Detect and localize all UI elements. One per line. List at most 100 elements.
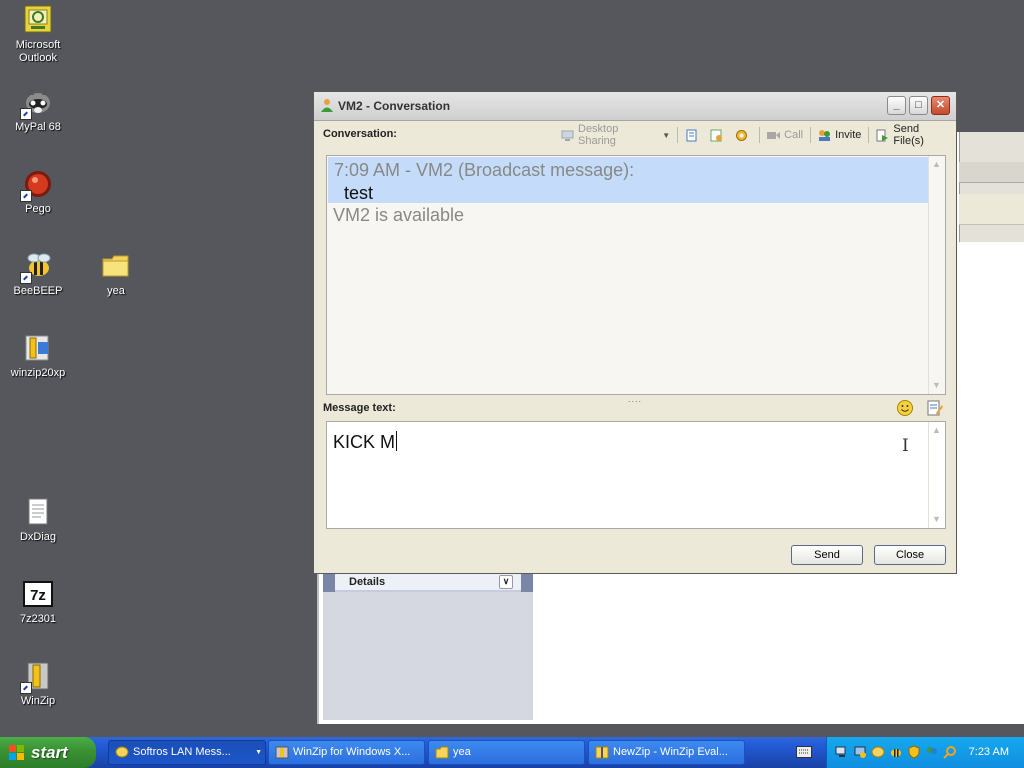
splitter-handle[interactable]: .... [628, 395, 644, 404]
task-dropdown-icon: ▼ [255, 749, 262, 756]
chat-bubble-icon [115, 746, 129, 758]
folder-small-icon [435, 746, 449, 759]
invite-label: Invite [835, 129, 862, 141]
windows-flag-icon [9, 745, 24, 760]
history-button[interactable] [681, 125, 706, 145]
scroll-down-icon[interactable]: ▼ [931, 380, 942, 391]
chevron-down-icon[interactable]: ∨ [499, 575, 513, 589]
task-label: yea [453, 746, 471, 758]
desktop-icon-dxdiag[interactable]: DxDiag [3, 496, 73, 544]
close-button[interactable]: Close [874, 545, 946, 565]
status-message: VM2 is available [333, 205, 465, 225]
desktop-icon-label: MyPal 68 [15, 121, 61, 133]
message-input-text: KICK M [333, 431, 398, 452]
desktop-icon-mypal[interactable]: MyPal 68 [3, 86, 73, 134]
scroll-down-icon[interactable]: ▼ [931, 514, 942, 525]
desktop-icon-winzip20xp[interactable]: winzip20xp [3, 332, 73, 380]
toolbar-separator [677, 127, 679, 143]
desktop-icon-label: yea [107, 285, 125, 297]
conversation-window[interactable]: VM2 - Conversation _ □ ✕ Conversation: D… [313, 91, 957, 574]
conversation-log[interactable]: 7:09 AM - VM2 (Broadcast message): test … [326, 155, 946, 395]
message-body: test [344, 183, 374, 203]
desktop-icon-winzip[interactable]: WinZip [3, 660, 73, 708]
zip-archive-icon [595, 746, 609, 759]
message-header: 7:09 AM - VM2 (Broadcast message): [334, 160, 635, 180]
monitor-tray-icon[interactable] [853, 745, 867, 759]
conversation-label: Conversation: [323, 128, 397, 140]
desktop-icon-pego[interactable]: Pego [3, 168, 73, 216]
close-window-button[interactable]: ✕ [931, 96, 950, 115]
desktop-icon-beebeep[interactable]: BeeBEEP [3, 250, 73, 298]
pego-icon [20, 168, 54, 202]
task-newzip[interactable]: NewZip - WinZip Eval... [588, 740, 745, 765]
svg-text:7z: 7z [30, 587, 46, 604]
outlook-icon [22, 4, 54, 36]
background-window-pane-body [323, 592, 533, 720]
dropdown-arrow-icon: ▼ [662, 130, 671, 140]
note-edit-icon [927, 400, 943, 416]
call-button[interactable]: Call [763, 125, 807, 145]
send-button[interactable]: Send [791, 545, 863, 565]
task-yea-folder[interactable]: yea [428, 740, 585, 765]
message-options-button[interactable] [926, 399, 944, 417]
title-bar[interactable]: VM2 - Conversation _ □ ✕ [314, 92, 956, 121]
minimize-button[interactable]: _ [887, 96, 906, 115]
shortcut-arrow-icon [20, 272, 32, 284]
monitor-icon [561, 129, 574, 142]
emoticon-button[interactable] [896, 399, 914, 417]
desktop-sharing-button[interactable]: Desktop Sharing ▼ [557, 123, 674, 147]
raccoon-icon [20, 86, 54, 120]
details-label: Details [349, 576, 386, 588]
keyboard-icon[interactable] [796, 746, 812, 758]
desktop-icon-7z2301[interactable]: 7z 7z2301 [3, 578, 73, 626]
desktop-icon-label: winzip20xp [10, 367, 66, 379]
toolbar-separator [868, 127, 870, 143]
message-input[interactable]: KICK M I ▲ ▼ [326, 421, 946, 529]
input-scrollbar[interactable]: ▲ ▼ [928, 422, 945, 528]
conversation-scrollbar[interactable]: ▲ ▼ [928, 156, 945, 394]
desktop-icon-label: DxDiag [19, 531, 57, 543]
task-label: Softros LAN Mess... [133, 746, 231, 758]
start-button[interactable]: start [0, 737, 96, 768]
desktop-icon-label: 7z2301 [19, 613, 57, 625]
camera-icon [767, 129, 781, 142]
winzip-installer-icon [22, 332, 54, 364]
send-files-button[interactable]: Send File(s) [872, 123, 956, 147]
chat-tray-icon[interactable] [871, 745, 885, 759]
task-label: WinZip for Windows X... [293, 746, 411, 758]
scroll-up-icon[interactable]: ▲ [931, 159, 942, 170]
task-softros[interactable]: Softros LAN Mess... ▼ [108, 740, 266, 765]
ibeam-cursor-icon: I [902, 436, 909, 456]
task-winzip-for-windows[interactable]: WinZip for Windows X... [268, 740, 425, 765]
shortcut-arrow-icon [20, 108, 32, 120]
clock[interactable]: 7:23 AM [969, 737, 1009, 768]
maximize-button[interactable]: □ [909, 96, 928, 115]
network-icon[interactable] [835, 745, 849, 759]
details-section-header[interactable]: Details ∨ [335, 572, 521, 592]
desktop-icon-label: WinZip [20, 695, 56, 707]
desktop-icon-yea-folder[interactable]: yea [81, 250, 151, 298]
scroll-up-icon[interactable]: ▲ [931, 425, 942, 436]
desktop-icon-outlook[interactable]: Microsoft Outlook [3, 4, 73, 65]
bee-icon [20, 250, 54, 284]
message-text-label: Message text: [323, 402, 396, 414]
toolbar-separator [810, 127, 812, 143]
security-shield-icon[interactable] [907, 745, 921, 759]
toolbar-separator [759, 127, 761, 143]
window-title: VM2 - Conversation [338, 99, 451, 113]
message-highlight: 7:09 AM - VM2 (Broadcast message): test [328, 157, 928, 203]
gear-icon [735, 129, 748, 142]
winzip-icon [20, 660, 54, 694]
taskbar: start Softros LAN Mess... ▼ WinZip for W… [0, 737, 1024, 768]
shortcut-arrow-icon [20, 190, 32, 202]
search-icon[interactable] [943, 745, 957, 759]
people-tray-icon[interactable] [925, 745, 939, 759]
user-info-button[interactable] [706, 125, 731, 145]
bee-tray-icon[interactable] [889, 745, 903, 759]
call-label: Call [784, 129, 804, 141]
settings-button[interactable] [731, 125, 756, 145]
shortcut-arrow-icon [20, 682, 32, 694]
invite-button[interactable]: Invite [814, 125, 865, 145]
desktop-icon-label: Microsoft Outlook [15, 39, 61, 64]
desktop-sharing-label: Desktop Sharing [578, 123, 619, 147]
